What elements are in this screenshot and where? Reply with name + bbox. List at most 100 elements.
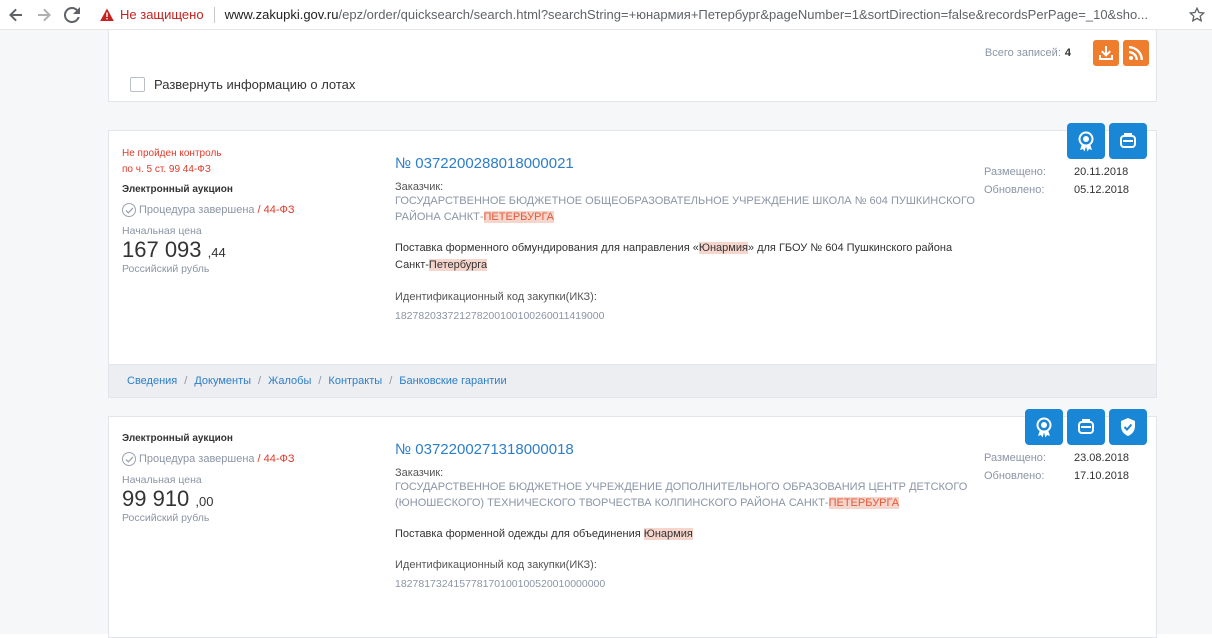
print-button[interactable] — [1067, 409, 1105, 445]
expand-lots-checkbox[interactable] — [130, 77, 145, 92]
procedure-type: Электронный аукцион — [122, 433, 233, 444]
record-number-link[interactable]: № 0372200271318000018 — [395, 441, 975, 458]
shield-check-icon — [1121, 418, 1135, 436]
record-tabs: Сведения / Документы / Жалобы / Контракт… — [109, 364, 1156, 397]
record-card: Электронный аукцион Процедура завершена … — [108, 409, 1157, 638]
rss-button[interactable] — [1123, 40, 1149, 66]
price-label: Начальная цена — [122, 474, 202, 486]
status-separator: / — [257, 204, 261, 216]
url-separator — [213, 6, 215, 23]
customer-name-line2: (ЮНОШЕСКОГО) ТЕХНИЧЕСКОГО ТВОРЧЕСТВА КОЛ… — [395, 495, 975, 511]
purchase-description: Поставка форменного обмундирования для н… — [395, 240, 975, 274]
control-warning-line2: по ч. 5 ст. 99 44-ФЗ — [122, 164, 211, 175]
placed-label: Размещено: — [984, 452, 1046, 464]
award-icon — [1036, 417, 1052, 438]
placed-date: 20.11.2018 — [1074, 166, 1129, 178]
tab-complaints[interactable]: Жалобы — [268, 375, 311, 387]
record-summary: Электронный аукцион Процедура завершена … — [122, 433, 295, 524]
search-highlight: ПЕТЕРБУРГА — [483, 211, 555, 223]
browser-toolbar: Не защищено www.zakupki.gov.ru/epz/order… — [0, 0, 1212, 30]
total-label: Всего записей: — [984, 47, 1061, 59]
results-header: Всего записей: 4 Развернуть информацию о … — [108, 30, 1157, 102]
reload-button[interactable] — [58, 1, 86, 29]
description-part: Поставка форменной одежды для объединени… — [395, 528, 644, 540]
initial-price: 99 910 ,00 — [122, 486, 295, 512]
download-icon — [1099, 46, 1113, 60]
shield-button[interactable] — [1109, 409, 1147, 445]
price-label: Начальная цена — [122, 225, 202, 237]
award-icon — [1078, 131, 1094, 152]
star-icon — [1189, 6, 1205, 22]
search-highlight: ПЕТЕРБУРГА — [828, 497, 900, 509]
description-part: Санкт- — [395, 259, 429, 271]
arrow-right-icon — [38, 8, 51, 21]
ikz-value: 182781732415778170100100520010000000 — [395, 578, 606, 590]
tab-contracts[interactable]: Контракты — [328, 375, 382, 387]
certificate-button[interactable] — [1067, 123, 1105, 159]
updated-date-row: Обновлено: 17.10.2018 — [984, 467, 1129, 485]
customer-name[interactable]: ГОСУДАРСТВЕННОЕ БЮДЖЕТНОЕ УЧРЕЖДЕНИЕ ДОП… — [395, 479, 975, 511]
updated-label: Обновлено: — [984, 470, 1045, 482]
total-records: Всего записей: 4 — [985, 47, 1071, 59]
price-main: 99 910 — [122, 486, 190, 511]
reload-icon — [64, 6, 80, 23]
tab-separator: / — [184, 375, 188, 387]
customer-name-line1: ГОСУДАРСТВЕННОЕ БЮДЖЕТНОЕ ОБЩЕОБРАЗОВАТЕ… — [395, 195, 975, 207]
description-part: » для ГБОУ № 604 Пушкинского района — [747, 242, 953, 254]
record-summary: Не пройден контроль по ч. 5 ст. 99 44-ФЗ… — [122, 146, 295, 275]
procedure-status: Процедура завершена / 44-ФЗ — [122, 452, 295, 466]
expand-lots-label: Развернуть информацию о лотах — [154, 77, 356, 92]
bookmark-button[interactable] — [1182, 1, 1212, 29]
address-bar[interactable]: Не защищено www.zakupki.gov.ru/epz/order… — [90, 1, 1182, 29]
print-icon — [1078, 419, 1094, 434]
forward-button[interactable] — [30, 1, 58, 29]
url-path: /epz/order/quicksearch/search.html?searc… — [338, 7, 1149, 22]
initial-price: 167 093 ,44 — [122, 237, 295, 263]
placed-date-row: Размещено: 20.11.2018 — [984, 163, 1129, 181]
download-button[interactable] — [1093, 40, 1119, 66]
tab-info[interactable]: Сведения — [127, 375, 177, 387]
search-highlight: Юнармия — [643, 528, 693, 540]
customer-name-part: (ЮНОШЕСКОГО) ТЕХНИЧЕСКОГО ТВОРЧЕСТВА КОЛ… — [395, 497, 829, 509]
currency: Российский рубль — [122, 263, 210, 275]
ikz-value: 182782033721278200100100260011419000 — [395, 310, 605, 322]
warning-icon — [100, 8, 114, 21]
updated-date: 05.12.2018 — [1074, 184, 1130, 196]
page-content: Всего записей: 4 Развернуть информацию о … — [0, 30, 1212, 638]
description-part: Поставка форменного обмундирования для н… — [395, 242, 699, 254]
url-host: www.zakupki.gov.ru — [224, 7, 339, 22]
customer-name-line2: РАЙОНА САНКТ-ПЕТЕРБУРГА — [395, 209, 975, 225]
updated-date: 17.10.2018 — [1074, 470, 1130, 482]
certificate-button[interactable] — [1025, 409, 1063, 445]
tab-documents[interactable]: Документы — [194, 375, 251, 387]
record-details: № 0372200288018000021 Заказчик: ГОСУДАРС… — [395, 155, 975, 322]
total-value: 4 — [1064, 47, 1071, 59]
check-circle-icon — [122, 203, 136, 217]
expand-lots-toggle[interactable]: Развернуть информацию о лотах — [130, 77, 355, 92]
status-text: Процедура завершена — [139, 453, 255, 465]
back-button[interactable] — [2, 1, 30, 29]
record-number-link[interactable]: № 0372200288018000021 — [395, 155, 975, 172]
customer-name[interactable]: ГОСУДАРСТВЕННОЕ БЮДЖЕТНОЕ ОБЩЕОБРАЗОВАТЕ… — [395, 193, 975, 225]
purchase-description: Поставка форменной одежды для объединени… — [395, 526, 975, 543]
tab-separator: / — [318, 375, 322, 387]
law-badge: 44-ФЗ — [263, 204, 295, 216]
procedure-type: Электронный аукцион — [122, 184, 233, 195]
not-secure-label: Не защищено — [120, 7, 204, 22]
customer-label: Заказчик: — [395, 181, 444, 193]
tab-separator: / — [258, 375, 262, 387]
search-highlight: Юнармия — [698, 242, 748, 254]
record-dates: Размещено: 20.11.2018 Обновлено: 05.12.2… — [984, 163, 1129, 199]
control-warning: Не пройден контроль по ч. 5 ст. 99 44-ФЗ — [122, 146, 295, 178]
record-details: № 0372200271318000018 Заказчик: ГОСУДАРС… — [395, 441, 975, 590]
customer-label: Заказчик: — [395, 467, 444, 479]
ikz-label: Идентификационный код закупки(ИКЗ): — [395, 291, 597, 303]
search-highlight: Петербурга — [428, 259, 488, 271]
record-card: Не пройден контроль по ч. 5 ст. 99 44-ФЗ… — [108, 123, 1157, 398]
placed-label: Размещено: — [984, 166, 1046, 178]
print-button[interactable] — [1109, 123, 1147, 159]
law-badge: 44-ФЗ — [263, 453, 295, 465]
check-circle-icon — [122, 452, 136, 466]
control-warning-line1: Не пройден контроль — [122, 148, 222, 159]
tab-bank-guarantees[interactable]: Банковские гарантии — [399, 375, 506, 387]
